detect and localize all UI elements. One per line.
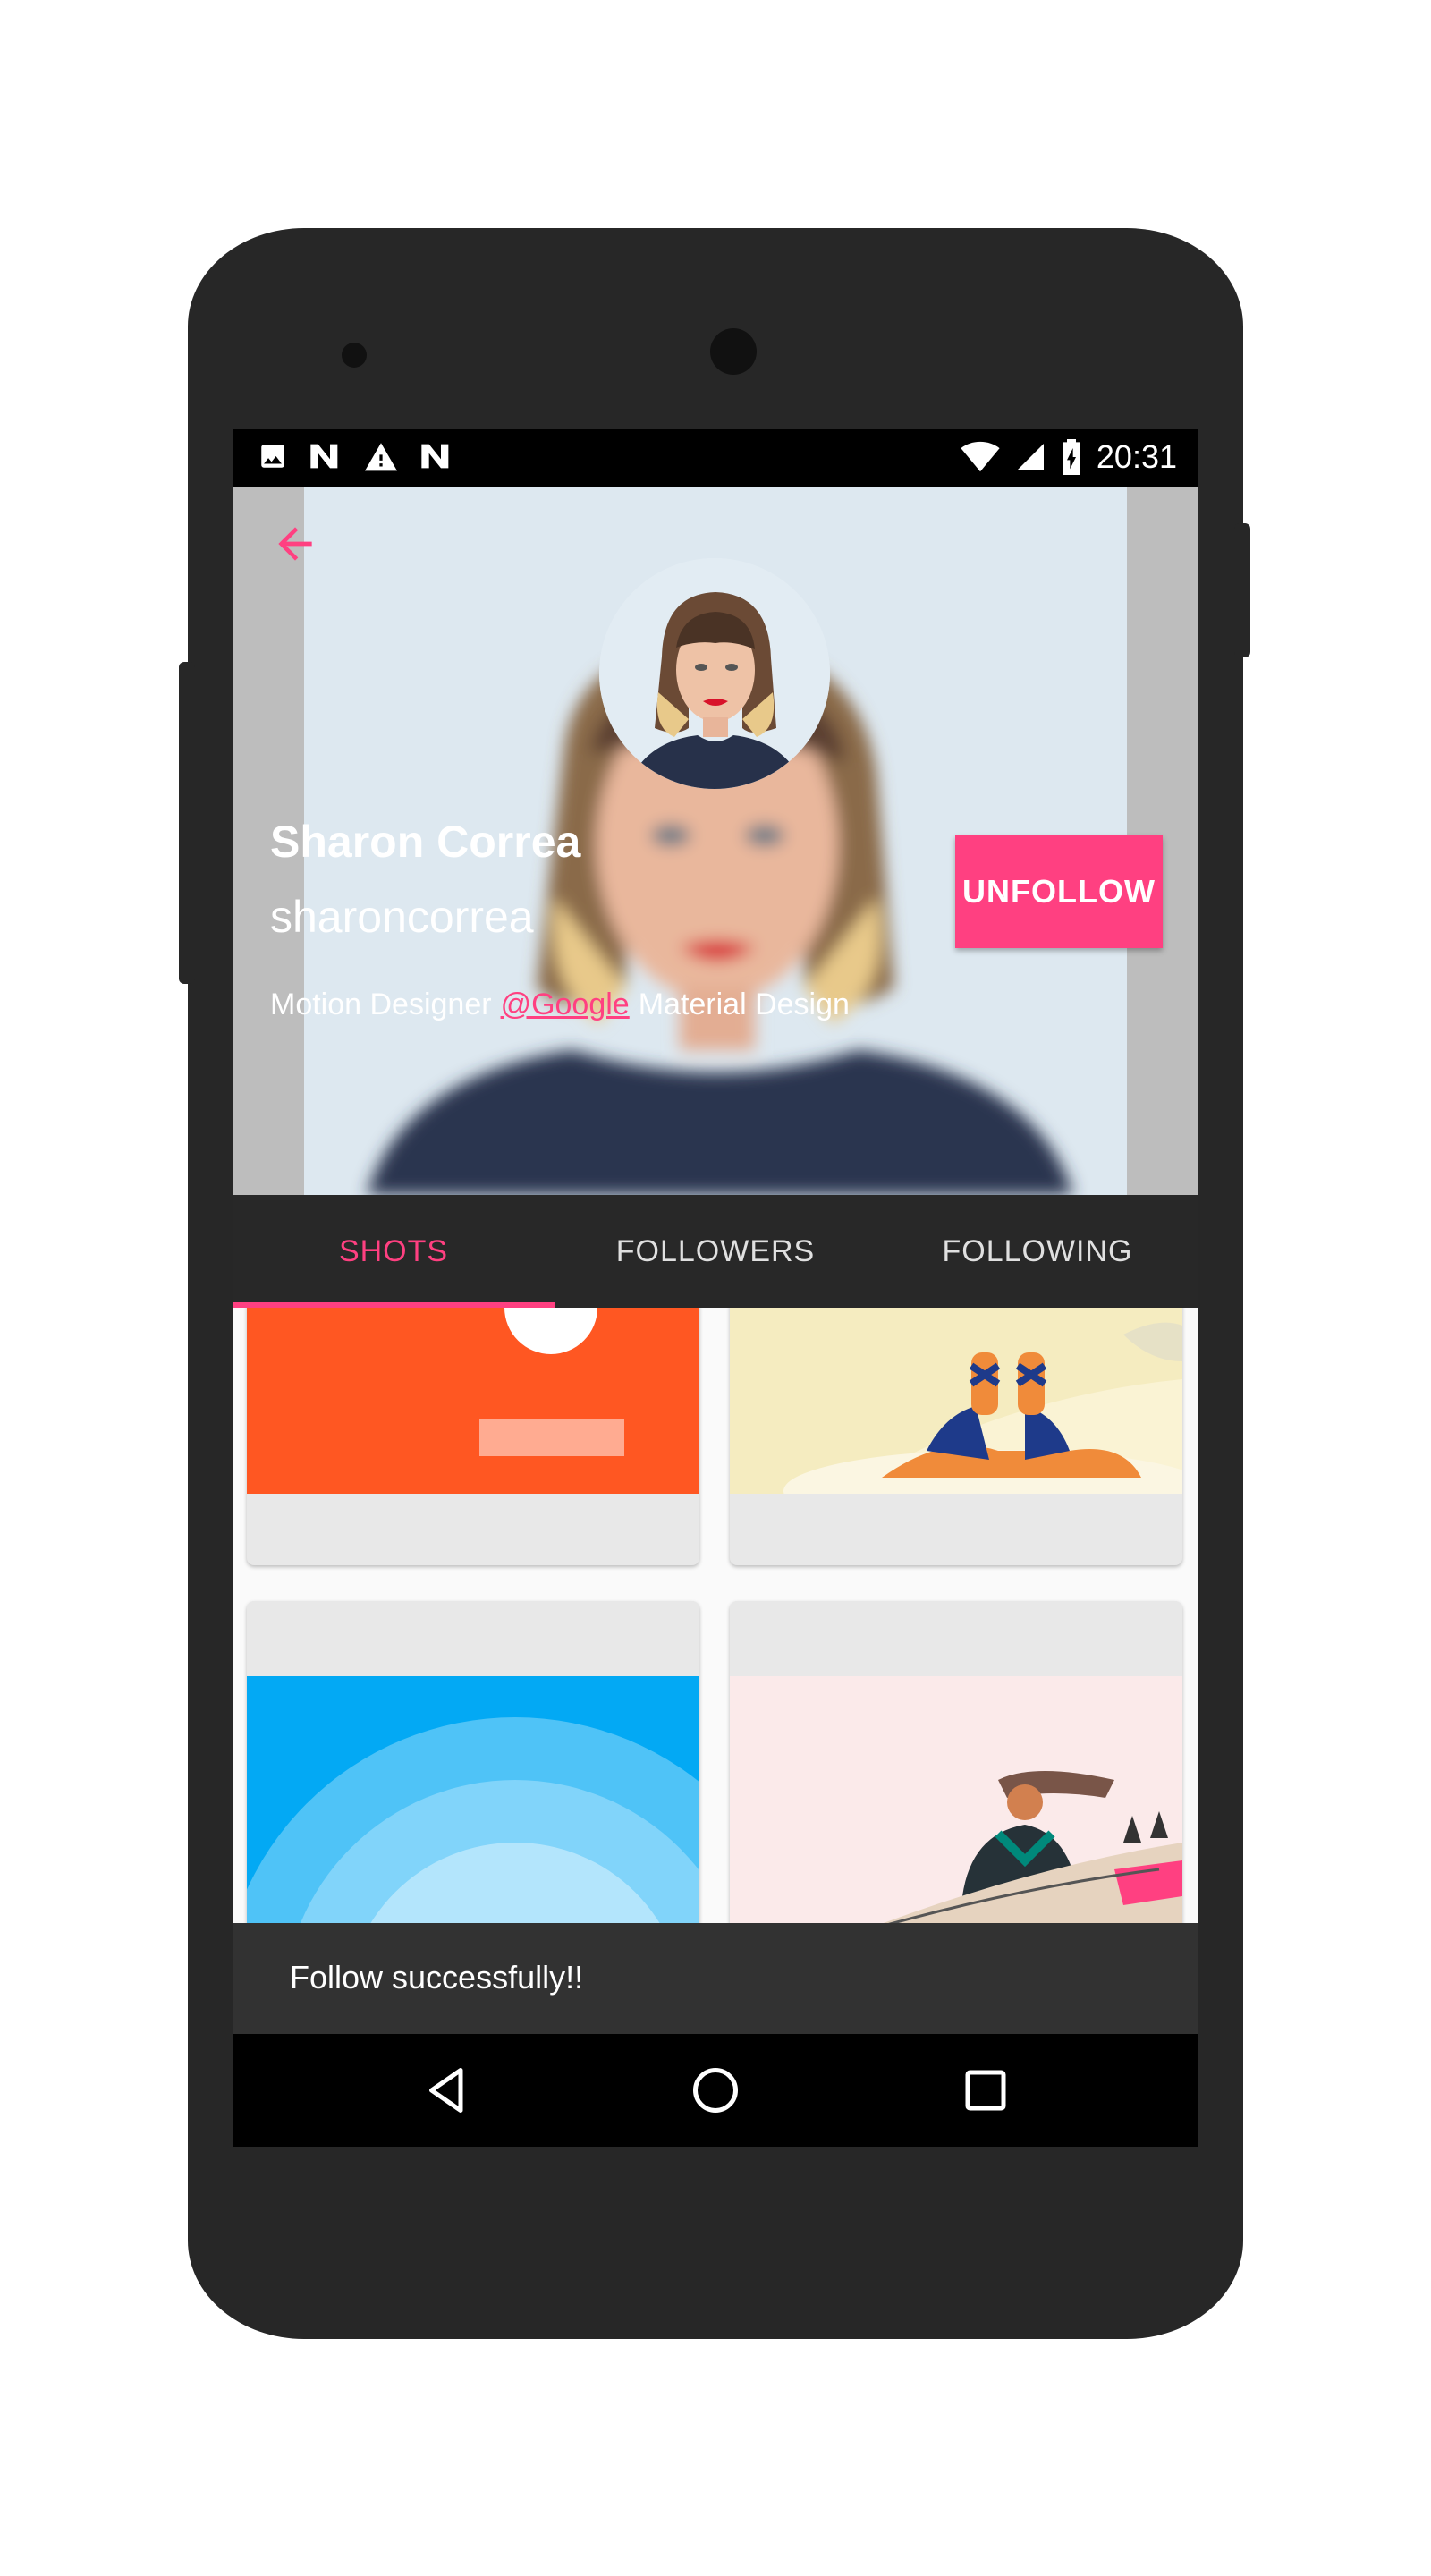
back-nav-button[interactable] [420, 2063, 474, 2117]
tab-following[interactable]: FOLLOWING [876, 1195, 1198, 1308]
recents-nav-icon [965, 2070, 1006, 2111]
bio-text: Material Design [638, 987, 850, 1021]
back-button[interactable] [270, 519, 320, 569]
recents-nav-button[interactable] [959, 2063, 1012, 2117]
shot-card[interactable] [247, 1601, 699, 1923]
clock: 20:31 [1096, 438, 1177, 475]
wifi-icon [961, 441, 1000, 472]
front-sensor [342, 343, 367, 368]
back-nav-icon [429, 2068, 463, 2113]
shot-card[interactable] [730, 1308, 1182, 1565]
avatar [599, 558, 830, 789]
image-icon [261, 445, 284, 468]
screen: 20:31 Sharon Correa sharoncorrea Motion … [233, 429, 1198, 2147]
shot-card[interactable] [730, 1601, 1182, 1923]
profile-bio: Motion Designer @Google Material Design [270, 987, 850, 1022]
surfer-shot [730, 1601, 1182, 1923]
arrow-back-icon [278, 527, 312, 561]
orange-shot [247, 1308, 699, 1494]
snackbar-message: Follow successfully!! [290, 1959, 584, 1996]
home-nav-button[interactable] [689, 2063, 742, 2117]
warning-icon [365, 443, 397, 471]
front-camera [710, 328, 757, 375]
volume-button [179, 662, 195, 984]
navigation-bar [233, 2034, 1198, 2147]
power-button [1234, 523, 1250, 657]
profile-tabs: SHOTS FOLLOWERS FOLLOWING [233, 1195, 1198, 1308]
profile-username: sharoncorrea [270, 892, 534, 942]
profile-name: Sharon Correa [270, 817, 581, 867]
shot-card[interactable] [247, 1308, 699, 1565]
home-nav-icon [693, 2068, 738, 2113]
unfollow-button[interactable]: UNFOLLOW [955, 835, 1163, 948]
tab-shots[interactable]: SHOTS [233, 1195, 555, 1308]
sandals-shot [730, 1308, 1182, 1532]
profile-header: Sharon Correa sharoncorrea Motion Design… [233, 487, 1198, 1195]
snackbar: Follow successfully!! [233, 1923, 1198, 2034]
battery-charging-icon [1062, 439, 1080, 475]
signal-icon [1016, 444, 1044, 470]
tab-followers[interactable]: FOLLOWERS [555, 1195, 876, 1308]
bio-text: Motion Designer [270, 987, 492, 1021]
n-icon [421, 444, 449, 469]
blue-circles-shot [247, 1601, 699, 1923]
status-bar: 20:31 [233, 429, 1198, 487]
n-icon [310, 444, 338, 469]
shots-grid [233, 1308, 1198, 1923]
bio-link[interactable]: @Google [501, 987, 630, 1022]
